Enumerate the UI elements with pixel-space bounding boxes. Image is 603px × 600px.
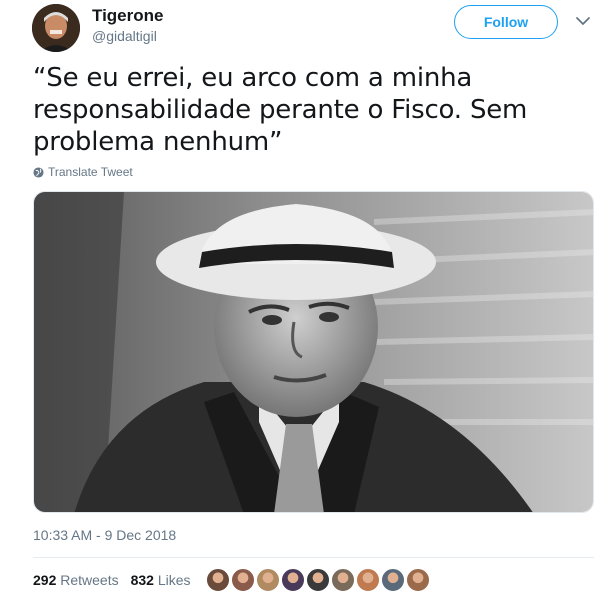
liker-avatar[interactable] bbox=[306, 568, 330, 592]
display-name[interactable]: Tigerone bbox=[92, 6, 163, 26]
translate-label: Translate Tweet bbox=[48, 165, 133, 179]
likers-avatars bbox=[206, 568, 430, 592]
tweet-photo[interactable] bbox=[33, 191, 594, 513]
tweet-stats: 292 Retweets 832 Likes bbox=[33, 572, 191, 588]
liker-avatar[interactable] bbox=[406, 568, 430, 592]
liker-avatar[interactable] bbox=[356, 568, 380, 592]
liker-avatar[interactable] bbox=[256, 568, 280, 592]
liker-avatar[interactable] bbox=[206, 568, 230, 592]
likes-stat[interactable]: 832 Likes bbox=[131, 572, 191, 588]
retweets-label: Retweets bbox=[60, 572, 119, 588]
follow-button[interactable]: Follow bbox=[454, 5, 558, 39]
photo-image bbox=[34, 192, 593, 512]
avatar-image bbox=[32, 4, 80, 52]
user-handle[interactable]: @gidaltigil bbox=[92, 28, 157, 44]
globe-icon bbox=[33, 166, 44, 178]
tweet-text: “Se eu errei, eu arco com a minha respon… bbox=[33, 63, 528, 157]
likes-count: 832 bbox=[130, 572, 154, 588]
liker-avatar[interactable] bbox=[281, 568, 305, 592]
translate-tweet-link[interactable]: Translate Tweet bbox=[33, 165, 133, 179]
author-avatar[interactable] bbox=[32, 4, 80, 52]
retweets-stat[interactable]: 292 Retweets bbox=[33, 572, 119, 588]
tweet-timestamp[interactable]: 10:33 AM - 9 Dec 2018 bbox=[33, 527, 176, 543]
divider bbox=[33, 557, 594, 558]
chevron-down-icon[interactable] bbox=[574, 14, 592, 28]
liker-avatar[interactable] bbox=[381, 568, 405, 592]
retweets-count: 292 bbox=[33, 572, 57, 588]
likes-label: Likes bbox=[157, 572, 191, 588]
liker-avatar[interactable] bbox=[331, 568, 355, 592]
liker-avatar[interactable] bbox=[231, 568, 255, 592]
